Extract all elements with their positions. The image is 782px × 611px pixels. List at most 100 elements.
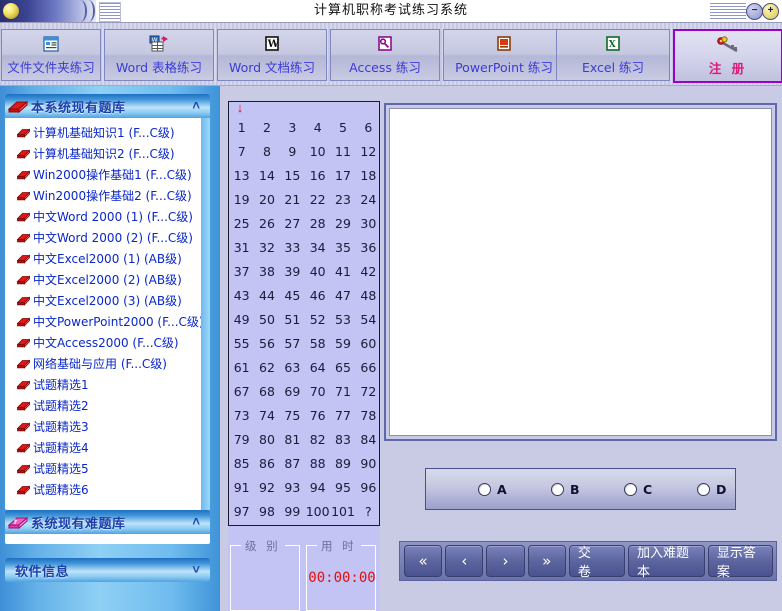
question-bank-item[interactable]: 试题精选6 [5, 479, 210, 500]
question-number-cell[interactable]: 71 [330, 380, 355, 404]
question-number-cell[interactable]: ? [356, 500, 381, 524]
toolbar-button-word-table[interactable]: W Word 表格练习 [104, 29, 214, 81]
question-bank-item[interactable]: 中文Excel2000 (3) (AB级) [5, 290, 210, 311]
question-number-cell[interactable]: 49 [229, 308, 254, 332]
toolbar-button-powerpoint[interactable]: PowerPoint 练习 [443, 29, 565, 81]
question-number-cell[interactable]: 2 [254, 116, 279, 140]
radio-button-icon[interactable] [478, 482, 491, 496]
question-number-cell[interactable]: 101 [330, 500, 355, 524]
question-number-cell[interactable]: 86 [254, 452, 279, 476]
next-question-button[interactable]: › [486, 545, 525, 577]
question-number-cell[interactable]: 55 [229, 332, 254, 356]
radio-button-icon[interactable] [551, 482, 564, 496]
question-number-cell[interactable]: 1 [229, 116, 254, 140]
question-number-cell[interactable]: 61 [229, 356, 254, 380]
question-number-cell[interactable]: 70 [305, 380, 330, 404]
question-number-cell[interactable]: 8 [254, 140, 279, 164]
last-question-button[interactable]: » [527, 545, 566, 577]
question-number-cell[interactable]: 58 [305, 332, 330, 356]
question-bank-item[interactable]: 中文Access2000 (F...C级) [5, 332, 210, 353]
answer-option-d[interactable]: D [697, 482, 726, 497]
question-number-cell[interactable]: 40 [305, 260, 330, 284]
question-number-cell[interactable]: 51 [280, 308, 305, 332]
question-bank-item[interactable]: 中文Word 2000 (2) (F...C级) [5, 227, 210, 248]
chevron-up-icon[interactable]: ˄ [192, 98, 200, 113]
question-number-cell[interactable]: 63 [280, 356, 305, 380]
question-number-cell[interactable]: 46 [305, 284, 330, 308]
answer-option-c[interactable]: C [624, 482, 652, 497]
toolbar-button-excel[interactable]: X Excel 练习 [556, 29, 670, 81]
question-number-cell[interactable]: 79 [229, 428, 254, 452]
question-number-cell[interactable]: 45 [280, 284, 305, 308]
question-bank-item[interactable]: Win2000操作基础1 (F...C级) [5, 164, 210, 185]
question-number-cell[interactable]: 41 [330, 260, 355, 284]
question-bank-item[interactable]: Win2000操作基础2 (F...C级) [5, 185, 210, 206]
question-bank-item[interactable]: 试题精选5 [5, 458, 210, 479]
question-number-cell[interactable]: 99 [280, 500, 305, 524]
question-number-cell[interactable]: 56 [254, 332, 279, 356]
question-number-cell[interactable]: 75 [280, 404, 305, 428]
question-bank-item[interactable]: 计算机基础知识2 (F...C级) [5, 143, 210, 164]
question-bank-item[interactable]: 试题精选2 [5, 395, 210, 416]
sidebar-list-scrollbar[interactable] [201, 118, 210, 510]
question-number-cell[interactable]: 91 [229, 476, 254, 500]
question-number-cell[interactable]: 31 [229, 236, 254, 260]
question-number-cell[interactable]: 100 [305, 500, 330, 524]
question-bank-item[interactable]: 中文PowerPoint2000 (F...C级) [5, 311, 210, 332]
question-number-cell[interactable]: 60 [356, 332, 381, 356]
question-number-cell[interactable]: 65 [330, 356, 355, 380]
question-number-cell[interactable]: 26 [254, 212, 279, 236]
radio-button-icon[interactable] [697, 482, 710, 496]
submit-exam-button[interactable]: 交 卷 [568, 545, 626, 580]
question-number-cell[interactable]: 62 [254, 356, 279, 380]
question-number-cell[interactable]: 76 [305, 404, 330, 428]
question-bank-item[interactable]: 网络基础与应用 (F...C级) [5, 353, 210, 374]
question-number-cell[interactable]: 14 [254, 164, 279, 188]
question-number-cell[interactable]: 23 [330, 188, 355, 212]
question-text-area[interactable] [389, 108, 772, 436]
question-number-cell[interactable]: 43 [229, 284, 254, 308]
question-number-cell[interactable]: 67 [229, 380, 254, 404]
question-number-cell[interactable]: 10 [305, 140, 330, 164]
question-number-cell[interactable]: 42 [356, 260, 381, 284]
toolbar-button-file-folder[interactable]: 文件文件夹练习 [1, 29, 101, 81]
question-number-cell[interactable]: 36 [356, 236, 381, 260]
maximize-button[interactable]: + [762, 3, 779, 20]
answer-option-a[interactable]: A [478, 482, 507, 497]
question-number-cell[interactable]: 21 [280, 188, 305, 212]
answer-option-b[interactable]: B [551, 482, 580, 497]
toolbar-button-register[interactable]: 注 册 [673, 29, 782, 83]
question-number-cell[interactable]: 73 [229, 404, 254, 428]
minimize-button[interactable]: − [746, 3, 763, 20]
question-number-cell[interactable]: 64 [305, 356, 330, 380]
question-number-cell[interactable]: 28 [305, 212, 330, 236]
question-number-cell[interactable]: 83 [330, 428, 355, 452]
question-number-cell[interactable]: 18 [356, 164, 381, 188]
sidebar-panel-header-question-bank[interactable]: 本系统现有题库 ˄ [5, 94, 210, 118]
question-number-cell[interactable]: 5 [330, 116, 355, 140]
question-number-cell[interactable]: 32 [254, 236, 279, 260]
question-number-cell[interactable]: 27 [280, 212, 305, 236]
question-number-cell[interactable]: 94 [305, 476, 330, 500]
question-number-cell[interactable]: 96 [356, 476, 381, 500]
question-number-cell[interactable]: 47 [330, 284, 355, 308]
question-bank-item[interactable]: 中文Excel2000 (2) (AB级) [5, 269, 210, 290]
question-number-cell[interactable]: 22 [305, 188, 330, 212]
question-number-cell[interactable]: 89 [330, 452, 355, 476]
sidebar-panel-header-software-info[interactable]: 软件信息 ˅ [5, 558, 210, 582]
question-number-cell[interactable]: 12 [356, 140, 381, 164]
question-number-cell[interactable]: 35 [330, 236, 355, 260]
question-number-cell[interactable]: 33 [280, 236, 305, 260]
chevron-up-icon[interactable]: ˄ [192, 514, 200, 529]
first-question-button[interactable]: « [404, 545, 443, 577]
question-number-cell[interactable]: 57 [280, 332, 305, 356]
question-number-cell[interactable]: 15 [280, 164, 305, 188]
question-number-cell[interactable]: 11 [330, 140, 355, 164]
question-number-cell[interactable]: 82 [305, 428, 330, 452]
question-number-cell[interactable]: 72 [356, 380, 381, 404]
question-number-cell[interactable]: 38 [254, 260, 279, 284]
question-number-cell[interactable]: 53 [330, 308, 355, 332]
question-number-cell[interactable]: 25 [229, 212, 254, 236]
question-number-cell[interactable]: 90 [356, 452, 381, 476]
question-bank-item[interactable]: 试题精选3 [5, 416, 210, 437]
